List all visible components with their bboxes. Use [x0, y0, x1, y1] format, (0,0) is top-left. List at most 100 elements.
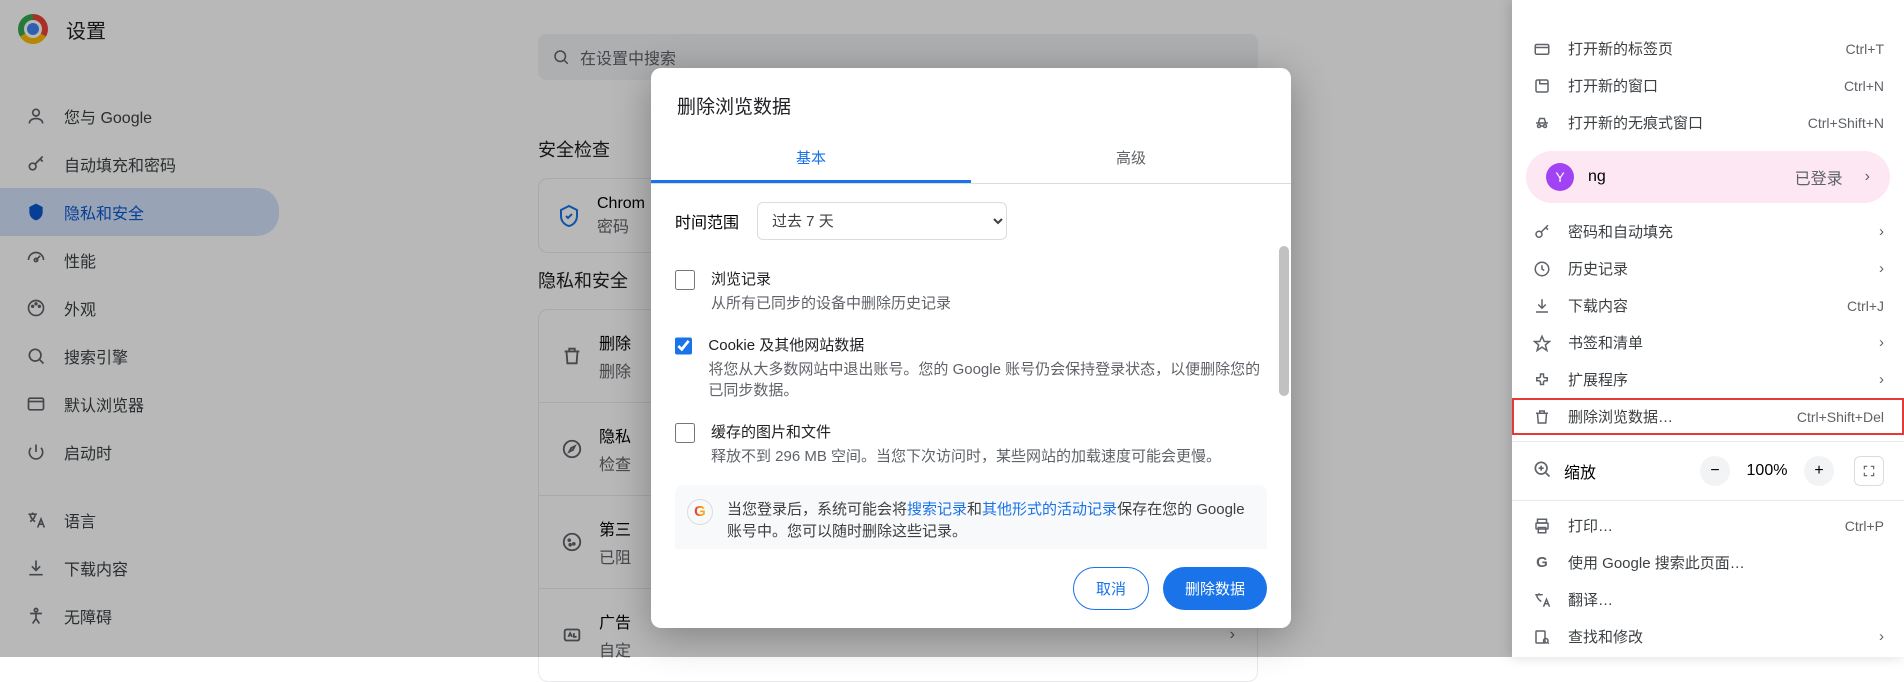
menu-label: 打开新的窗口: [1568, 75, 1658, 96]
chevron-right-icon: ›: [1879, 628, 1884, 645]
row-title: 广告: [599, 609, 631, 633]
checkbox-cookies[interactable]: [675, 336, 692, 356]
menu-clear-browsing-data[interactable]: 删除浏览数据… Ctrl+Shift+Del: [1512, 398, 1904, 435]
ad-icon: [561, 624, 583, 646]
checkbox-browsing-history[interactable]: [675, 270, 695, 290]
link-search-records[interactable]: 搜索记录: [907, 501, 967, 518]
time-range-label: 时间范围: [675, 209, 739, 233]
row-sub: 已阻: [599, 544, 631, 568]
cookie-icon: [561, 531, 583, 553]
row-sub: 检查: [599, 451, 631, 475]
sidebar-item-search-engine[interactable]: 搜索引擎: [0, 332, 279, 380]
history-icon: [1533, 260, 1551, 278]
safety-line1: Chrom: [597, 195, 645, 213]
menu-label: 打开新的无痕式窗口: [1568, 112, 1703, 133]
print-icon: [1533, 517, 1551, 535]
clear-browsing-data-dialog: 删除浏览数据 基本 高级 时间范围 过去 7 天 浏览记录 从所有已同步的设备中…: [651, 68, 1291, 628]
menu-extensions[interactable]: 扩展程序 ›: [1512, 361, 1904, 398]
menu-new-window[interactable]: 打开新的窗口 Ctrl+N: [1512, 67, 1904, 104]
checkbox-label: 缓存的图片和文件: [711, 421, 1221, 442]
account-status: 已登录: [1795, 165, 1843, 189]
chevron-right-icon: ›: [1865, 168, 1870, 186]
zoom-out-button[interactable]: −: [1700, 456, 1730, 486]
menu-label: 查找和修改: [1568, 626, 1643, 647]
checkbox-sub: 从所有已同步的设备中删除历史记录: [711, 293, 951, 314]
sidebar-item-privacy[interactable]: 隐私和安全: [0, 188, 279, 236]
page-title: 设置: [66, 15, 106, 44]
shortcut: Ctrl+T: [1846, 41, 1885, 57]
menu-label: 使用 Google 搜索此页面…: [1568, 552, 1745, 573]
checkbox-label: Cookie 及其他网站数据: [708, 334, 1267, 355]
key-icon: [1533, 223, 1551, 241]
zoom-icon: [1532, 459, 1552, 479]
chrome-main-menu: 将 Chrome 设为您的默认浏览器 打开新的标签页 Ctrl+T 打开新的窗口…: [1512, 0, 1904, 657]
sidebar-item-you-and-google[interactable]: 您与 Google: [0, 92, 279, 140]
delete-data-button[interactable]: 删除数据: [1163, 567, 1267, 610]
menu-account[interactable]: Y ng 已登录 ›: [1526, 151, 1890, 203]
row-title: 第三: [599, 516, 631, 540]
account-name: ng: [1588, 168, 1606, 186]
zoom-value: 100%: [1742, 462, 1792, 480]
accessibility-icon: [26, 606, 46, 626]
sidebar-item-default-browser[interactable]: 默认浏览器: [0, 380, 279, 428]
menu-label: 历史记录: [1568, 258, 1628, 279]
fullscreen-icon: [1862, 464, 1876, 478]
menu-incognito[interactable]: 打开新的无痕式窗口 Ctrl+Shift+N: [1512, 104, 1904, 141]
menu-bookmarks[interactable]: 书签和清单 ›: [1512, 324, 1904, 361]
dialog-scrollbar[interactable]: [1279, 246, 1289, 396]
menu-downloads[interactable]: 下载内容 Ctrl+J: [1512, 287, 1904, 324]
shield-icon: [26, 202, 46, 222]
sidebar-item-downloads[interactable]: 下载内容: [0, 544, 279, 592]
menu-print[interactable]: 打印… Ctrl+P: [1512, 507, 1904, 544]
sidebar-item-languages[interactable]: 语言: [0, 496, 279, 544]
avatar: Y: [1546, 163, 1574, 191]
info-text: 当您登录后，系统可能会将: [727, 501, 907, 518]
menu-google-search-page[interactable]: G 使用 Google 搜索此页面…: [1512, 544, 1904, 581]
sidebar-item-performance[interactable]: 性能: [0, 236, 279, 284]
translate-icon: [1533, 591, 1551, 609]
search-icon: [552, 48, 570, 66]
time-range-select[interactable]: 过去 7 天: [757, 202, 1007, 240]
cancel-button[interactable]: 取消: [1073, 567, 1149, 610]
chrome-logo-icon: [18, 14, 48, 44]
trash-icon: [1533, 408, 1551, 426]
shortcut: Ctrl+Shift+N: [1808, 115, 1884, 131]
menu-label: 下载内容: [1568, 295, 1628, 316]
menu-label: 打开新的标签页: [1568, 38, 1673, 59]
menu-history[interactable]: 历史记录 ›: [1512, 250, 1904, 287]
info-text: 和: [967, 501, 982, 518]
menu-new-tab[interactable]: 打开新的标签页 Ctrl+T: [1512, 30, 1904, 67]
menu-passwords[interactable]: 密码和自动填充 ›: [1512, 213, 1904, 250]
puzzle-icon: [1533, 371, 1551, 389]
sidebar-item-label: 默认浏览器: [64, 392, 144, 416]
sidebar-item-label: 性能: [64, 248, 96, 272]
chevron-right-icon: ›: [1230, 626, 1235, 644]
menu-find-edit[interactable]: 查找和修改 ›: [1512, 618, 1904, 655]
menu-label: 密码和自动填充: [1568, 221, 1673, 242]
shortcut: Ctrl+Shift+Del: [1797, 409, 1884, 425]
sidebar-item-autofill[interactable]: 自动填充和密码: [0, 140, 279, 188]
zoom-in-button[interactable]: +: [1804, 456, 1834, 486]
menu-label: 打印…: [1568, 515, 1613, 536]
menu-label: 扩展程序: [1568, 369, 1628, 390]
sidebar-item-accessibility[interactable]: 无障碍: [0, 592, 279, 640]
sidebar-item-label: 启动时: [64, 440, 112, 464]
chevron-right-icon: ›: [1879, 334, 1884, 351]
row-title: 删除: [599, 330, 631, 354]
shortcut: Ctrl+N: [1844, 78, 1884, 94]
tab-advanced[interactable]: 高级: [971, 135, 1291, 183]
speedometer-icon: [26, 250, 46, 270]
fullscreen-button[interactable]: [1854, 456, 1884, 486]
sidebar-item-label: 语言: [64, 508, 96, 532]
sidebar-item-on-startup[interactable]: 启动时: [0, 428, 279, 476]
sidebar-item-label: 外观: [64, 296, 96, 320]
link-other-activity[interactable]: 其他形式的活动记录: [982, 501, 1117, 518]
checkbox-cached[interactable]: [675, 423, 695, 443]
row-title: 隐私: [599, 423, 631, 447]
chevron-right-icon: ›: [1879, 371, 1884, 388]
browser-icon: [26, 394, 46, 414]
tab-basic[interactable]: 基本: [651, 135, 971, 183]
incognito-icon: [1533, 114, 1551, 132]
sidebar-item-appearance[interactable]: 外观: [0, 284, 279, 332]
menu-translate[interactable]: 翻译…: [1512, 581, 1904, 618]
